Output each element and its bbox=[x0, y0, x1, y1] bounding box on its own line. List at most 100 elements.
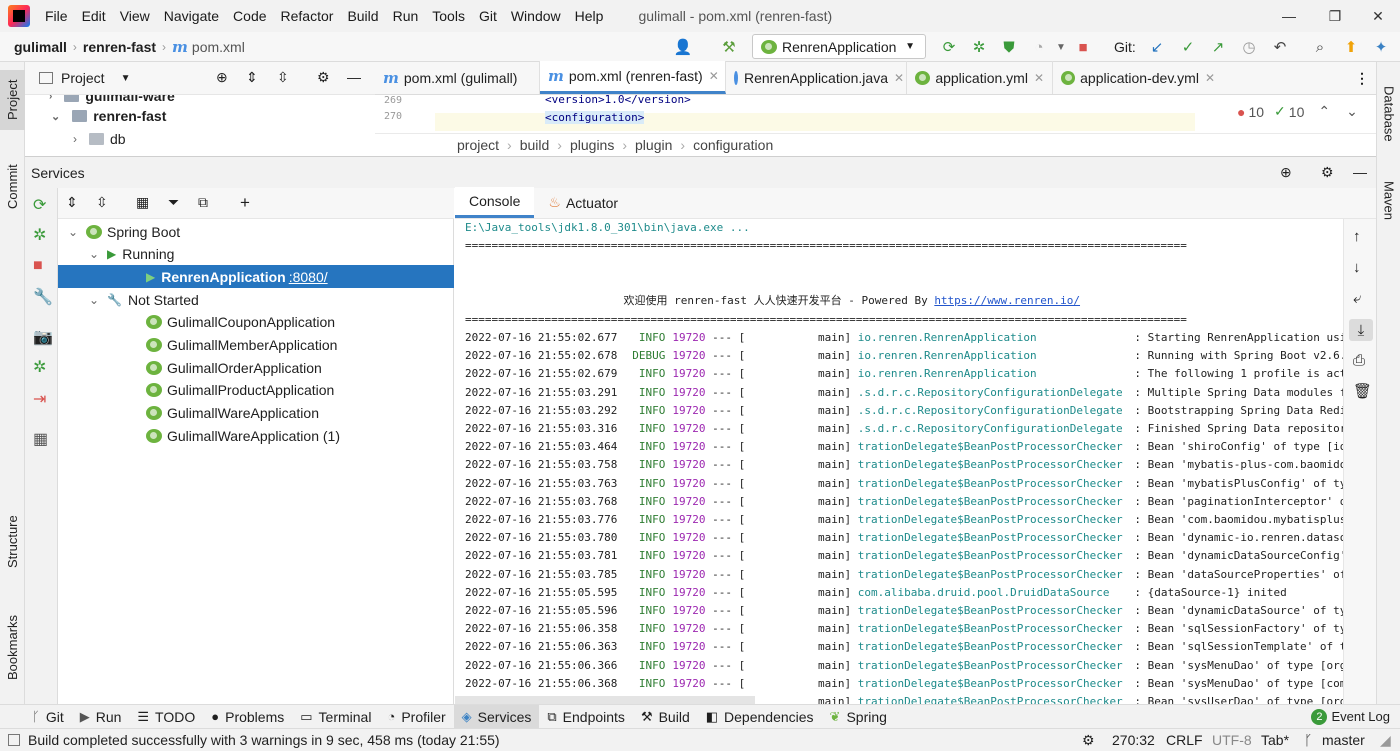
tool-button-build[interactable]: ⚒ Build bbox=[633, 705, 698, 729]
chevron-down-icon[interactable]: ⌄ bbox=[89, 247, 107, 261]
menu-refactor[interactable]: Refactor bbox=[274, 8, 341, 24]
debug-icon[interactable]: ✲ bbox=[33, 228, 46, 244]
menu-edit[interactable]: Edit bbox=[75, 8, 113, 24]
menu-navigate[interactable]: Navigate bbox=[157, 8, 226, 24]
layout-icon[interactable]: ▦ bbox=[33, 432, 48, 448]
crumb-plugins[interactable]: plugins bbox=[570, 137, 614, 153]
tab-database[interactable]: Database bbox=[1377, 74, 1400, 154]
tab-project[interactable]: Project bbox=[0, 70, 25, 130]
close-icon[interactable]: ✕ bbox=[1205, 71, 1215, 85]
rerun-icon[interactable]: ⟳ bbox=[938, 37, 960, 57]
tool-button-run[interactable]: ▶ Run bbox=[72, 705, 130, 729]
status-message[interactable]: Build completed successfully with 3 warn… bbox=[28, 732, 500, 748]
git-commit-icon[interactable]: ✓ bbox=[1177, 37, 1199, 57]
code-editor[interactable]: 269 <version>1.0</version> 270 <configur… bbox=[375, 95, 1376, 133]
service-item[interactable]: GulimallOrderApplication bbox=[58, 356, 454, 379]
crumb-build[interactable]: build bbox=[520, 137, 550, 153]
cursor-position[interactable]: 270:32 bbox=[1112, 732, 1155, 748]
gear-icon[interactable]: ⚙ bbox=[1321, 165, 1334, 179]
menu-run[interactable]: Run bbox=[386, 8, 426, 24]
tool-button-services[interactable]: ◈ Services bbox=[453, 704, 540, 729]
crumb-plugin[interactable]: plugin bbox=[635, 137, 672, 153]
menu-help[interactable]: Help bbox=[568, 8, 611, 24]
tab-structure[interactable]: Structure bbox=[0, 502, 25, 582]
tab-pom-renren-fast[interactable]: m pom.xml (renren-fast) ✕ bbox=[540, 61, 726, 94]
service-item[interactable]: ⌄ Spring Boot bbox=[58, 220, 454, 243]
tab-commit[interactable]: Commit bbox=[0, 152, 25, 222]
close-icon[interactable]: ✕ bbox=[709, 69, 719, 83]
tool-button-profiler[interactable]: ◔ Profiler bbox=[379, 705, 453, 729]
arrow-down-icon[interactable]: ↓ bbox=[1353, 260, 1361, 275]
menu-tools[interactable]: Tools bbox=[425, 8, 472, 24]
service-item[interactable]: ⌄ ▶ Running bbox=[58, 243, 454, 266]
wrench-icon[interactable]: 🔧 bbox=[33, 290, 53, 306]
close-icon[interactable]: ✕ bbox=[894, 71, 904, 85]
breadcrumb-project[interactable]: gulimall bbox=[0, 39, 73, 55]
collapse-all-icon[interactable]: ⇳ bbox=[96, 195, 108, 209]
locate-icon[interactable]: ⊕ bbox=[216, 70, 228, 84]
welcome-link[interactable]: https://www.renren.io/ bbox=[934, 294, 1080, 307]
menu-view[interactable]: View bbox=[113, 8, 157, 24]
breadcrumb-file[interactable]: pom.xml bbox=[192, 39, 245, 55]
restore-button[interactable]: ❐ bbox=[1312, 0, 1358, 32]
chevron-down-icon[interactable]: ⌄ bbox=[89, 293, 107, 307]
new-tab-icon[interactable]: ⧉ bbox=[198, 195, 208, 209]
expand-all-icon[interactable]: ⇕ bbox=[66, 195, 78, 209]
search-icon[interactable]: ⌕ bbox=[1309, 37, 1331, 57]
tab-bookmarks[interactable]: Bookmarks bbox=[0, 602, 25, 692]
tab-renren-application[interactable]: RenrenApplication.java ✕ bbox=[726, 61, 907, 94]
print-icon[interactable]: ⎙ bbox=[1353, 353, 1365, 368]
more-run-icon[interactable]: ▼ bbox=[1050, 37, 1072, 57]
file-encoding[interactable]: UTF-8 bbox=[1212, 732, 1252, 748]
breadcrumb-module[interactable]: renren-fast bbox=[77, 39, 162, 55]
tool-button-spring[interactable]: ❦ Spring bbox=[822, 705, 895, 729]
exit-icon[interactable]: ⇥ bbox=[33, 392, 46, 408]
trash-icon[interactable]: 🗑 bbox=[1353, 384, 1372, 399]
history-icon[interactable]: ◷ bbox=[1238, 37, 1260, 57]
tool-button-dependencies[interactable]: ◧ Dependencies bbox=[698, 705, 822, 729]
event-log-button[interactable]: 2 Event Log bbox=[1311, 708, 1390, 725]
soft-wrap-icon[interactable]: ⤶ bbox=[1353, 291, 1361, 306]
arrow-up-icon[interactable]: ↑ bbox=[1353, 229, 1361, 244]
add-icon[interactable]: + bbox=[240, 194, 250, 211]
add-service-icon[interactable]: ⊕ bbox=[1280, 165, 1292, 179]
tab-application-dev-yml[interactable]: application-dev.yml ✕ bbox=[1053, 61, 1223, 94]
expand-all-icon[interactable]: ⇕ bbox=[246, 70, 258, 84]
crumb-project[interactable]: project bbox=[457, 137, 499, 153]
settings-plugin-icon[interactable]: ✦ bbox=[1370, 37, 1392, 57]
hide-panel-icon[interactable]: — bbox=[347, 70, 361, 84]
service-item[interactable]: GulimallWareApplication (1) bbox=[58, 424, 454, 447]
inspection-widget[interactable]: ● 10 ✓ 10 ⌃ ⌄ bbox=[1237, 103, 1358, 120]
tool-button-todo[interactable]: ☰ TODO bbox=[129, 705, 203, 729]
console-output[interactable]: E:\Java_tools\jdk1.8.0_301\bin\java.exe … bbox=[455, 219, 1343, 704]
menu-git[interactable]: Git bbox=[472, 8, 504, 24]
service-item[interactable]: ⌄ 🔧 Not Started bbox=[58, 288, 454, 311]
service-port-link[interactable]: :8080/ bbox=[289, 269, 328, 285]
filter-icon[interactable]: ⏷ bbox=[168, 195, 179, 209]
profile-icon[interactable]: ◔ bbox=[1028, 37, 1050, 57]
tool-button-endpoints[interactable]: ⧉ Endpoints bbox=[539, 705, 633, 729]
camera-icon[interactable]: 📷 bbox=[33, 330, 53, 346]
git-branch[interactable]: master bbox=[1322, 732, 1365, 748]
settings-sync-icon[interactable]: ⚙ bbox=[1082, 732, 1095, 749]
service-item[interactable]: GulimallMemberApplication bbox=[58, 334, 454, 357]
scroll-to-end-icon[interactable]: ⤓ bbox=[1349, 319, 1373, 341]
stop-icon[interactable]: ■ bbox=[33, 258, 43, 274]
user-icon[interactable]: 👤 bbox=[672, 37, 694, 57]
tool-button-problems[interactable]: ● Problems bbox=[203, 705, 292, 729]
debug-icon[interactable]: ✲ bbox=[968, 37, 990, 57]
tab-maven[interactable]: Maven bbox=[1377, 166, 1400, 236]
build-hammer-icon[interactable]: ⚒ bbox=[718, 37, 740, 57]
chevron-down-icon[interactable]: ▼ bbox=[121, 73, 131, 84]
chevron-down-icon[interactable]: ⌄ bbox=[68, 225, 86, 239]
tab-console[interactable]: Console bbox=[455, 187, 535, 218]
menu-file[interactable]: File bbox=[38, 8, 75, 24]
git-push-icon[interactable]: ↗ bbox=[1207, 37, 1229, 57]
service-item[interactable]: ▶ RenrenApplication:8080/ bbox=[58, 265, 454, 289]
indent-setting[interactable]: Tab* bbox=[1261, 732, 1289, 748]
coverage-icon[interactable]: ⛊ bbox=[998, 37, 1020, 57]
close-window-button[interactable]: ✕ bbox=[1355, 0, 1400, 32]
rerun-icon[interactable]: ⟳ bbox=[33, 198, 46, 214]
previous-highlight-icon[interactable]: ⌃ bbox=[1318, 103, 1330, 120]
menu-build[interactable]: Build bbox=[340, 8, 385, 24]
